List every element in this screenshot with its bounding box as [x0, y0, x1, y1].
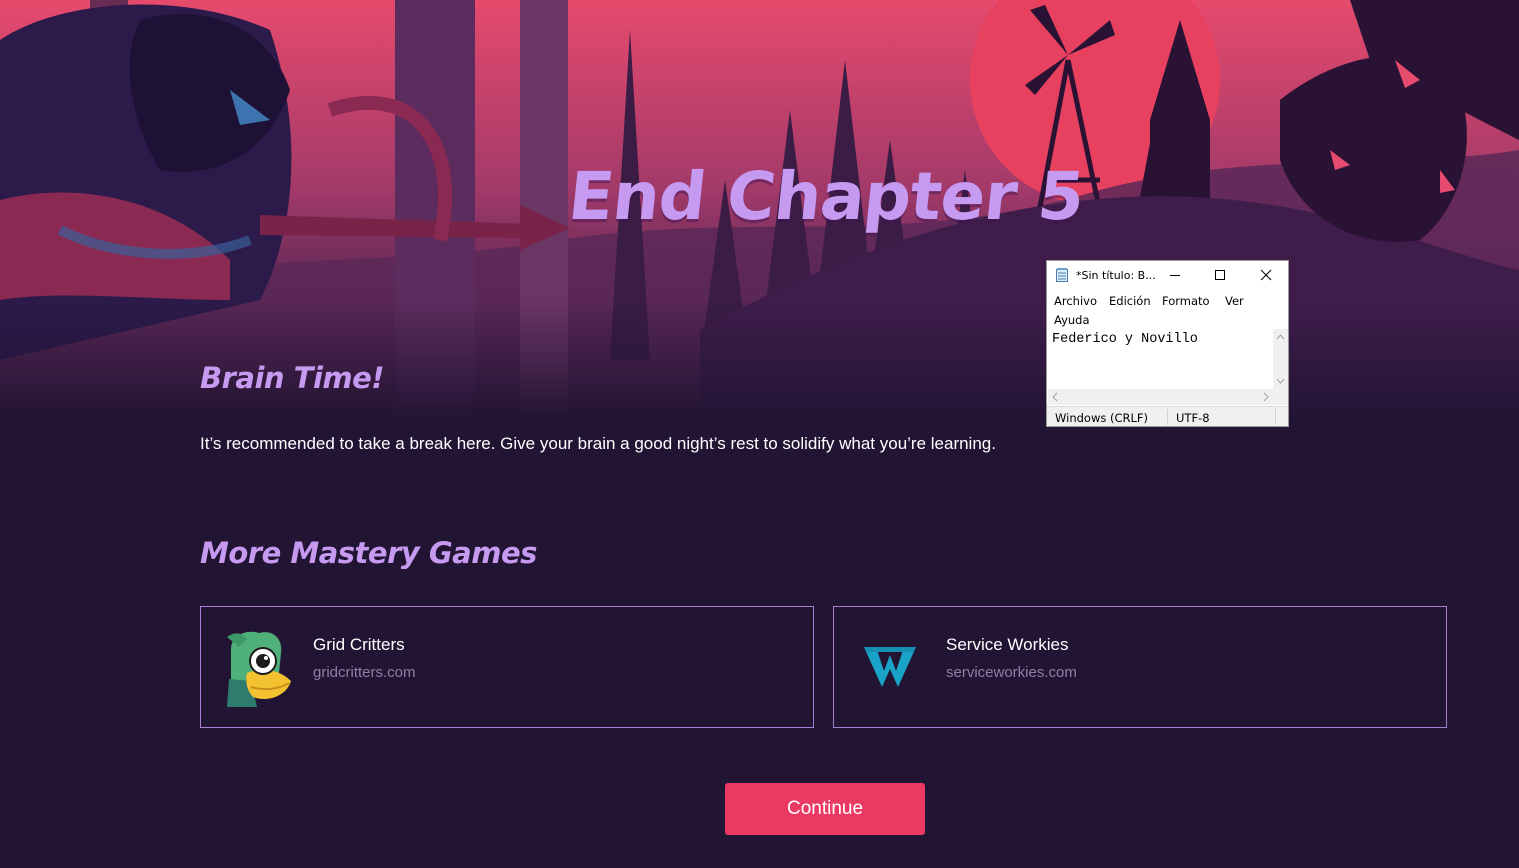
menu-edicion[interactable]: Edición: [1109, 294, 1151, 308]
menu-ver[interactable]: Ver: [1225, 294, 1244, 308]
brain-time-text: It’s recommended to take a break here. G…: [200, 434, 996, 453]
continue-button[interactable]: Continue: [725, 783, 925, 835]
notepad-status-bar: Windows (CRLF) UTF-8: [1047, 406, 1288, 426]
notepad-titlebar[interactable]: *Sin título: B...: [1047, 261, 1288, 289]
game-card-service-workies[interactable]: Service Workies serviceworkies.com: [833, 606, 1447, 728]
scrollbar-corner: [1273, 389, 1288, 405]
notepad-app-icon: [1056, 268, 1068, 282]
status-divider: [1275, 409, 1276, 425]
status-encoding: UTF-8: [1176, 411, 1210, 425]
status-line-ending: Windows (CRLF): [1055, 411, 1149, 425]
game-name: Service Workies: [946, 635, 1069, 654]
game-card-grid-critters[interactable]: Grid Critters gridcritters.com: [200, 606, 814, 728]
menu-archivo[interactable]: Archivo: [1054, 294, 1097, 308]
scroll-arrows-icon: [1276, 334, 1285, 384]
scroll-arrows-horizontal-icon: [1052, 392, 1269, 402]
game-name: Grid Critters: [313, 635, 405, 654]
notepad-vertical-scrollbar[interactable]: [1273, 329, 1288, 389]
maximize-icon[interactable]: [1200, 261, 1240, 289]
brain-time-heading: Brain Time!: [200, 361, 385, 395]
mastery-games-heading: More Mastery Games: [200, 536, 537, 570]
notepad-title: *Sin título: B...: [1076, 269, 1156, 282]
game-url[interactable]: serviceworkies.com: [946, 664, 1077, 681]
chapter-title: End Chapter 5: [564, 158, 1088, 235]
notepad-text-area[interactable]: Federico y Novillo: [1048, 329, 1275, 389]
game-url[interactable]: gridcritters.com: [313, 664, 416, 681]
notepad-window[interactable]: *Sin título: B... Archivo Edición Format…: [1046, 260, 1289, 427]
service-workies-logo-icon: [864, 647, 916, 687]
minimize-icon[interactable]: [1155, 261, 1195, 289]
menu-formato[interactable]: Formato: [1162, 294, 1210, 308]
notepad-horizontal-scrollbar[interactable]: [1048, 389, 1273, 405]
close-icon[interactable]: [1246, 261, 1286, 289]
status-divider: [1167, 409, 1168, 425]
grid-critters-logo-icon: [227, 631, 291, 707]
hero-banner: End Chapter 5: [0, 0, 1519, 420]
menu-ayuda[interactable]: Ayuda: [1054, 313, 1090, 327]
